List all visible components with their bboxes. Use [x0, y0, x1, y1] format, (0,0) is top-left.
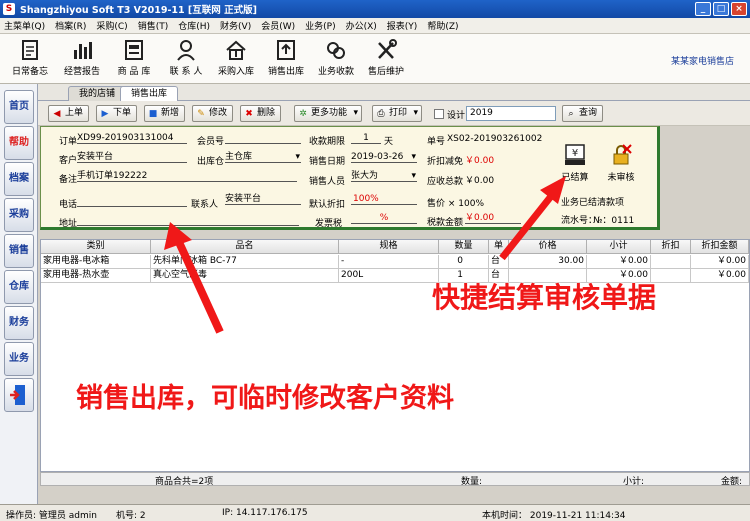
arrow-to-settle — [499, 176, 566, 261]
annotation-arrows — [164, 176, 566, 334]
annotation-edit-text: 销售出库，可临时修改客户资料 — [76, 383, 454, 414]
arrow-to-customer — [164, 222, 224, 334]
annotation-settle-text: 快捷结算审核单据 — [432, 281, 657, 314]
